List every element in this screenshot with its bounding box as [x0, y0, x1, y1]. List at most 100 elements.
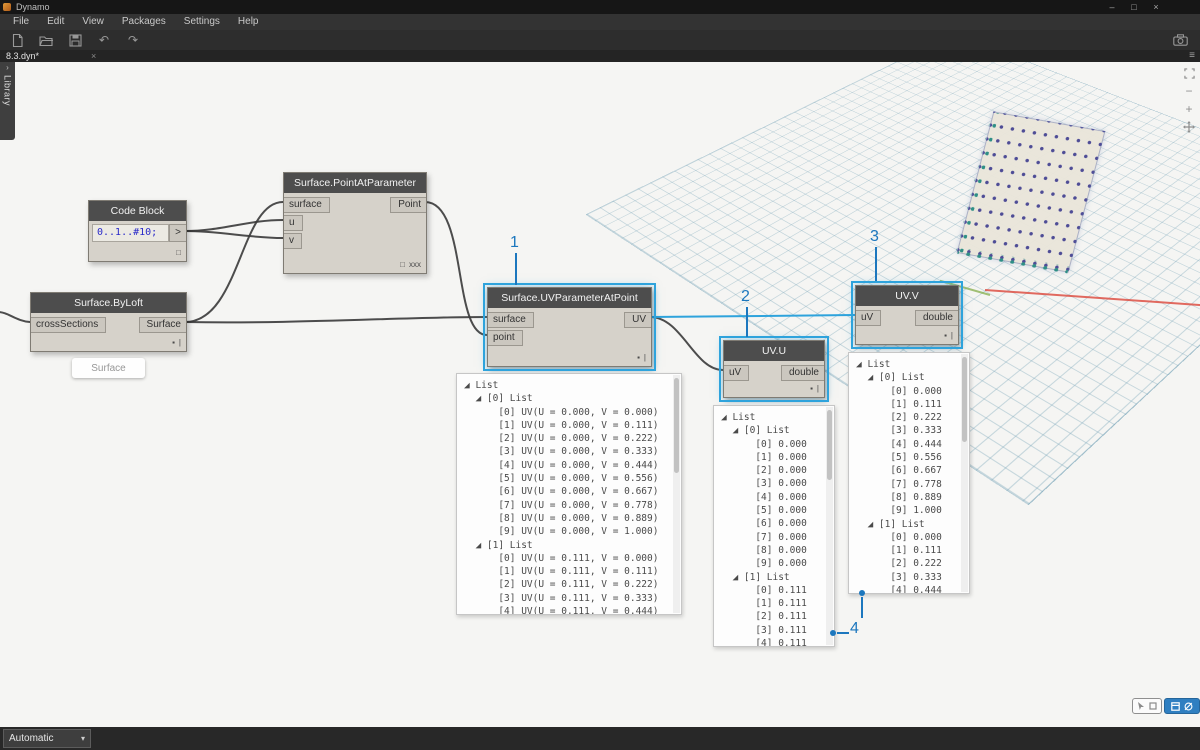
geometry-view-controls[interactable] — [1132, 698, 1162, 714]
annotation-2-leader — [746, 307, 748, 337]
port-input-point[interactable]: point — [488, 330, 523, 346]
redo-icon[interactable]: ↷ — [125, 32, 141, 48]
node-graph-icon — [1171, 701, 1180, 711]
title-bar[interactable]: Dynamo – □ × — [0, 0, 1200, 14]
run-mode-value: Automatic — [9, 733, 54, 744]
menu-edit[interactable]: Edit — [38, 14, 73, 30]
preview-toggle[interactable]: ▪ — [172, 338, 175, 348]
port-output-surface[interactable]: Surface — [138, 317, 186, 333]
port-input-u[interactable]: u — [284, 215, 303, 231]
scrollbar[interactable] — [673, 375, 680, 613]
port-output-codeblock[interactable]: > — [169, 224, 186, 242]
byloft-preview-bubble: Surface — [72, 358, 145, 378]
geometry-icon — [1149, 702, 1157, 710]
lacing-indicator[interactable]: xxx — [409, 260, 421, 270]
annotation-4-leader-a — [837, 632, 849, 634]
node-surface-pointatparameter[interactable]: Surface.PointAtParameter surface u v Poi… — [283, 172, 427, 274]
node-uv-u[interactable]: UV.U uV double ▪ | — [719, 336, 829, 402]
port-output-uv[interactable]: UV — [624, 312, 651, 328]
lacing-indicator[interactable]: | — [817, 384, 819, 394]
list-content: ◢ List ◢ [0] List [0] 0.000 [1] 0.111 [2… — [856, 359, 942, 594]
menu-settings[interactable]: Settings — [175, 14, 229, 30]
dynamo-logo-icon — [3, 3, 11, 11]
zoom-in-icon[interactable]: + — [1182, 102, 1196, 116]
node-title[interactable]: Surface.PointAtParameter — [284, 173, 426, 193]
wire-codeblock-to-u[interactable] — [184, 219, 284, 232]
lacing-indicator[interactable]: | — [179, 338, 181, 348]
node-surface-byloft[interactable]: Surface.ByLoft crossSections Surface ▪ | — [30, 292, 187, 352]
pan-icon[interactable] — [1182, 120, 1196, 134]
scrollbar-thumb[interactable] — [962, 357, 967, 442]
scrollbar-thumb[interactable] — [674, 378, 679, 473]
select-cursor-icon — [1138, 701, 1144, 710]
zoom-fit-icon[interactable] — [1182, 66, 1196, 80]
wire-byloft-to-uvparameteratpoint[interactable] — [184, 316, 488, 324]
annotation-4-leader-b — [861, 597, 863, 618]
annotation-4: 4 — [850, 620, 859, 637]
node-title[interactable]: Surface.UVParameterAtPoint — [488, 288, 651, 308]
wire-codeblock-to-v[interactable] — [184, 230, 284, 239]
graph-view-controls-active[interactable] — [1164, 698, 1200, 714]
annotation-4-dot-b — [859, 590, 865, 596]
wire-point-to-uvparameteratpoint[interactable] — [424, 201, 488, 336]
preview-toggle[interactable]: □ — [400, 260, 405, 270]
port-output-double[interactable]: double — [914, 310, 958, 326]
port-input-surface[interactable]: surface — [488, 312, 534, 328]
menu-help[interactable]: Help — [229, 14, 268, 30]
preview-toggle[interactable]: ▪ — [944, 331, 947, 341]
node-code-block[interactable]: Code Block 0..1..#10; > □ — [88, 200, 187, 262]
undo-icon[interactable]: ↶ — [96, 32, 112, 48]
node-title[interactable]: Code Block — [89, 201, 186, 221]
new-file-icon[interactable] — [9, 32, 25, 48]
node-title[interactable]: UV.U — [724, 341, 824, 361]
preview-toggle[interactable]: ▪ — [637, 353, 640, 363]
wire-uv-to-uvv-selected[interactable] — [649, 314, 856, 318]
export-image-camera-icon[interactable] — [1172, 32, 1188, 48]
node-uv-v[interactable]: UV.V uV double ▪ | — [851, 281, 963, 349]
node-title[interactable]: Surface.ByLoft — [31, 293, 186, 313]
annotation-4-dot-a — [830, 630, 836, 636]
port-output-double[interactable]: double — [780, 365, 824, 381]
open-file-icon[interactable] — [38, 32, 54, 48]
library-panel-collapsed[interactable]: › Library — [0, 62, 15, 140]
tab-83dyn[interactable]: 8.3.dyn* × — [0, 51, 96, 61]
port-output-point[interactable]: Point — [390, 197, 426, 213]
code-block-expression[interactable]: 0..1..#10; — [92, 224, 169, 242]
port-input-uv[interactable]: uV — [856, 310, 882, 326]
wire-uv-to-uvu[interactable] — [649, 316, 724, 371]
run-mode-dropdown[interactable]: Automatic ▾ — [3, 729, 91, 748]
node-title[interactable]: UV.V — [856, 286, 958, 306]
tab-close-icon[interactable]: × — [91, 51, 96, 61]
tab-bar: 8.3.dyn* × ≡ — [0, 50, 1200, 62]
scrollbar[interactable] — [826, 407, 833, 645]
window-controls: – □ × — [1102, 1, 1166, 14]
annotation-3-leader — [875, 247, 877, 281]
workspace-canvas[interactable]: › Library Code Block 0..1..#10; > □ Surf… — [0, 62, 1200, 727]
minimize-button[interactable]: – — [1102, 1, 1122, 14]
library-expand-icon[interactable]: › — [6, 64, 9, 72]
wire-into-byloft[interactable] — [0, 311, 31, 323]
maximize-button[interactable]: □ — [1124, 1, 1144, 14]
toolbar: ↶ ↷ — [0, 30, 1200, 50]
canvas-navigation-controls: − + — [1182, 66, 1196, 134]
tab-overflow-menu-icon[interactable]: ≡ — [1189, 51, 1195, 61]
port-input-v[interactable]: v — [284, 233, 302, 249]
save-icon[interactable] — [67, 32, 83, 48]
menu-file[interactable]: File — [4, 14, 38, 30]
orbit-icon — [1184, 702, 1193, 710]
port-input-surface[interactable]: surface — [284, 197, 330, 213]
preview-toggle[interactable]: ▪ — [810, 384, 813, 394]
lacing-indicator[interactable]: | — [951, 331, 953, 341]
port-input-uv[interactable]: uV — [724, 365, 750, 381]
node-surface-uvparameteratpoint[interactable]: Surface.UVParameterAtPoint surface point… — [483, 283, 656, 371]
scrollbar[interactable] — [961, 354, 968, 592]
chevron-down-icon: ▾ — [80, 734, 85, 743]
zoom-out-icon[interactable]: − — [1182, 84, 1196, 98]
close-button[interactable]: × — [1146, 1, 1166, 14]
lacing-indicator[interactable]: | — [644, 353, 646, 363]
preview-toggle[interactable]: □ — [176, 248, 181, 258]
port-input-crosssections[interactable]: crossSections — [31, 317, 107, 333]
menu-packages[interactable]: Packages — [113, 14, 175, 30]
menu-view[interactable]: View — [73, 14, 113, 30]
scrollbar-thumb[interactable] — [827, 410, 832, 480]
